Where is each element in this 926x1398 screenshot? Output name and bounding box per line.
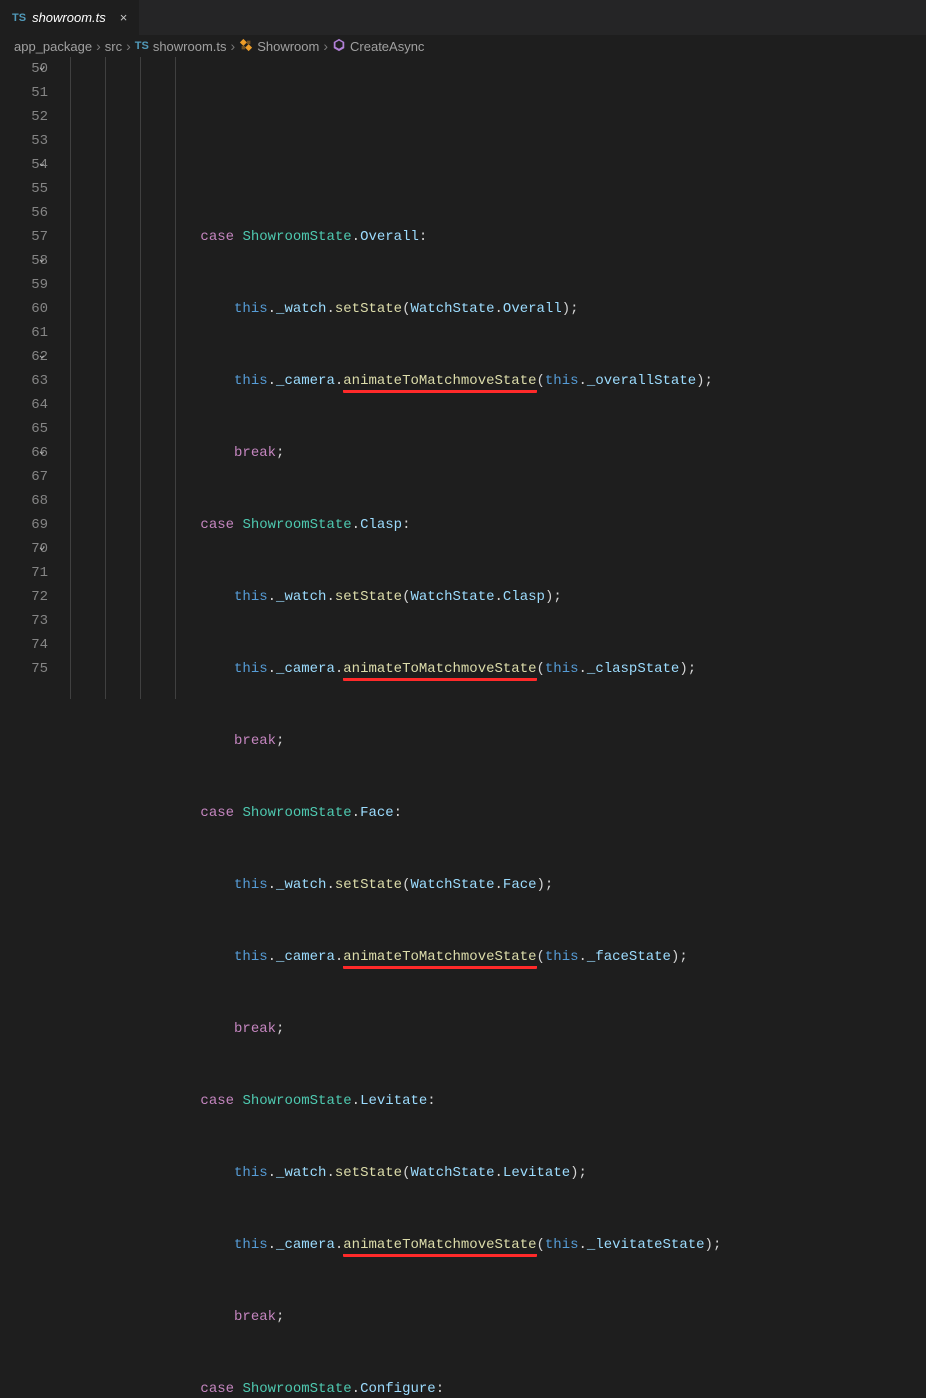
breadcrumb-item[interactable]: Showroom bbox=[257, 39, 319, 54]
fold-icon[interactable]: ⌄ bbox=[38, 537, 46, 561]
chevron-right-icon: › bbox=[96, 38, 101, 54]
underlined-method: animateToMatchmoveState bbox=[343, 1237, 536, 1257]
line-number-gutter: 50⌄ 51 52 53 54⌄ 55 56 57 58⌄ 59 60 61 6… bbox=[0, 57, 66, 699]
fold-icon[interactable]: ⌄ bbox=[38, 441, 46, 465]
breadcrumb-item[interactable]: src bbox=[105, 39, 122, 54]
breadcrumb-item[interactable]: showroom.ts bbox=[153, 39, 227, 54]
breadcrumb-item[interactable]: CreateAsync bbox=[350, 39, 424, 54]
tab-showroom[interactable]: TS showroom.ts × bbox=[0, 0, 140, 35]
code-area[interactable]: case ShowroomState.Overall: this._watch.… bbox=[66, 57, 926, 699]
fold-icon[interactable]: ⌄ bbox=[38, 345, 46, 369]
chevron-right-icon: › bbox=[323, 38, 328, 54]
fold-icon[interactable]: ⌄ bbox=[38, 57, 46, 81]
method-icon bbox=[332, 38, 346, 55]
breadcrumb-item[interactable]: app_package bbox=[14, 39, 92, 54]
editor[interactable]: 50⌄ 51 52 53 54⌄ 55 56 57 58⌄ 59 60 61 6… bbox=[0, 57, 926, 699]
underlined-method: animateToMatchmoveState bbox=[343, 373, 536, 393]
fold-icon[interactable]: ⌄ bbox=[38, 153, 46, 177]
class-icon bbox=[239, 38, 253, 55]
typescript-icon: TS bbox=[135, 40, 149, 52]
typescript-icon: TS bbox=[12, 12, 26, 24]
tab-bar: TS showroom.ts × bbox=[0, 0, 926, 35]
fold-icon[interactable]: ⌄ bbox=[38, 249, 46, 273]
breadcrumb: app_package › src › TS showroom.ts › Sho… bbox=[0, 35, 926, 57]
tab-filename: showroom.ts bbox=[32, 10, 106, 25]
underlined-method: animateToMatchmoveState bbox=[343, 661, 536, 681]
close-icon[interactable]: × bbox=[120, 10, 128, 25]
underlined-method: animateToMatchmoveState bbox=[343, 949, 536, 969]
chevron-right-icon: › bbox=[126, 38, 131, 54]
chevron-right-icon: › bbox=[231, 38, 236, 54]
